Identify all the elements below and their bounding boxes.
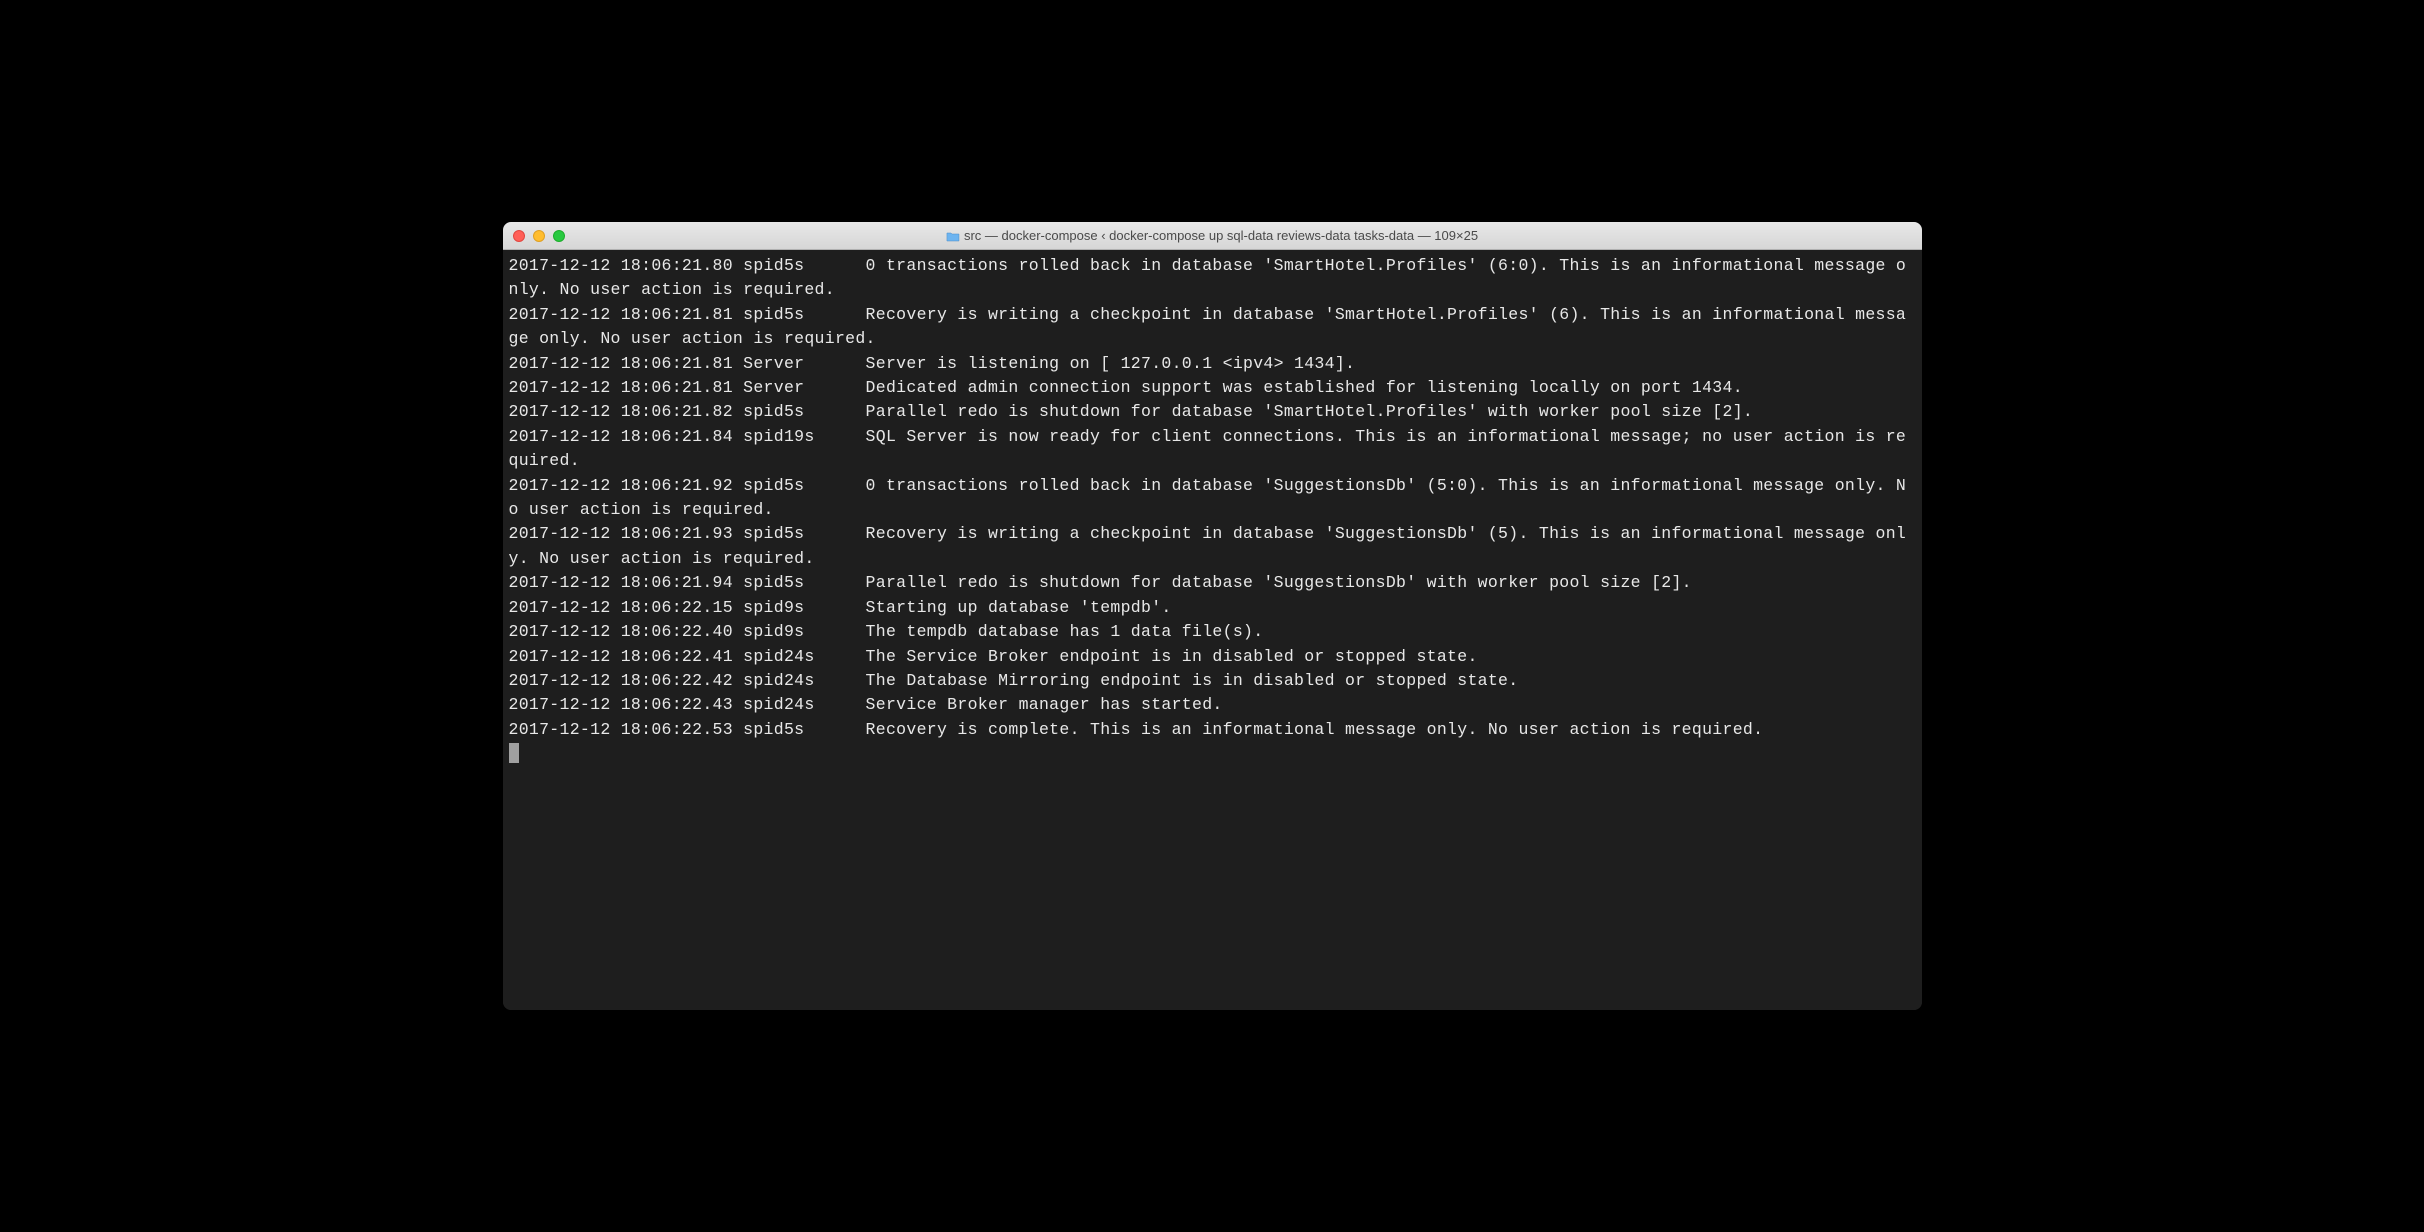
log-line: 2017-12-12 18:06:22.43 spid24s Service B… — [509, 693, 1916, 717]
log-line: 2017-12-12 18:06:21.82 spid5s Parallel r… — [509, 400, 1916, 424]
log-line: 2017-12-12 18:06:22.15 spid9s Starting u… — [509, 596, 1916, 620]
terminal-output[interactable]: 2017-12-12 18:06:21.80 spid5s 0 transact… — [503, 250, 1922, 1010]
log-line: 2017-12-12 18:06:21.92 spid5s 0 transact… — [509, 474, 1916, 523]
log-line: 2017-12-12 18:06:21.94 spid5s Parallel r… — [509, 571, 1916, 595]
folder-icon — [946, 230, 960, 241]
window-title-text: src — docker-compose ‹ docker-compose up… — [964, 228, 1478, 243]
log-line: 2017-12-12 18:06:21.93 spid5s Recovery i… — [509, 522, 1916, 571]
log-line: 2017-12-12 18:06:21.84 spid19s SQL Serve… — [509, 425, 1916, 474]
maximize-button[interactable] — [553, 230, 565, 242]
minimize-button[interactable] — [533, 230, 545, 242]
terminal-cursor — [509, 743, 519, 763]
log-line: 2017-12-12 18:06:22.40 spid9s The tempdb… — [509, 620, 1916, 644]
log-line: 2017-12-12 18:06:21.81 spid5s Recovery i… — [509, 303, 1916, 352]
traffic-lights — [513, 230, 565, 242]
log-line: 2017-12-12 18:06:21.81 Server Dedicated … — [509, 376, 1916, 400]
terminal-window: src — docker-compose ‹ docker-compose up… — [503, 222, 1922, 1010]
window-title: src — docker-compose ‹ docker-compose up… — [946, 228, 1478, 243]
log-line: 2017-12-12 18:06:22.42 spid24s The Datab… — [509, 669, 1916, 693]
log-line: 2017-12-12 18:06:21.80 spid5s 0 transact… — [509, 254, 1916, 303]
title-bar[interactable]: src — docker-compose ‹ docker-compose up… — [503, 222, 1922, 250]
log-line: 2017-12-12 18:06:21.81 Server Server is … — [509, 352, 1916, 376]
log-line: 2017-12-12 18:06:22.41 spid24s The Servi… — [509, 645, 1916, 669]
close-button[interactable] — [513, 230, 525, 242]
log-line: 2017-12-12 18:06:22.53 spid5s Recovery i… — [509, 718, 1916, 742]
